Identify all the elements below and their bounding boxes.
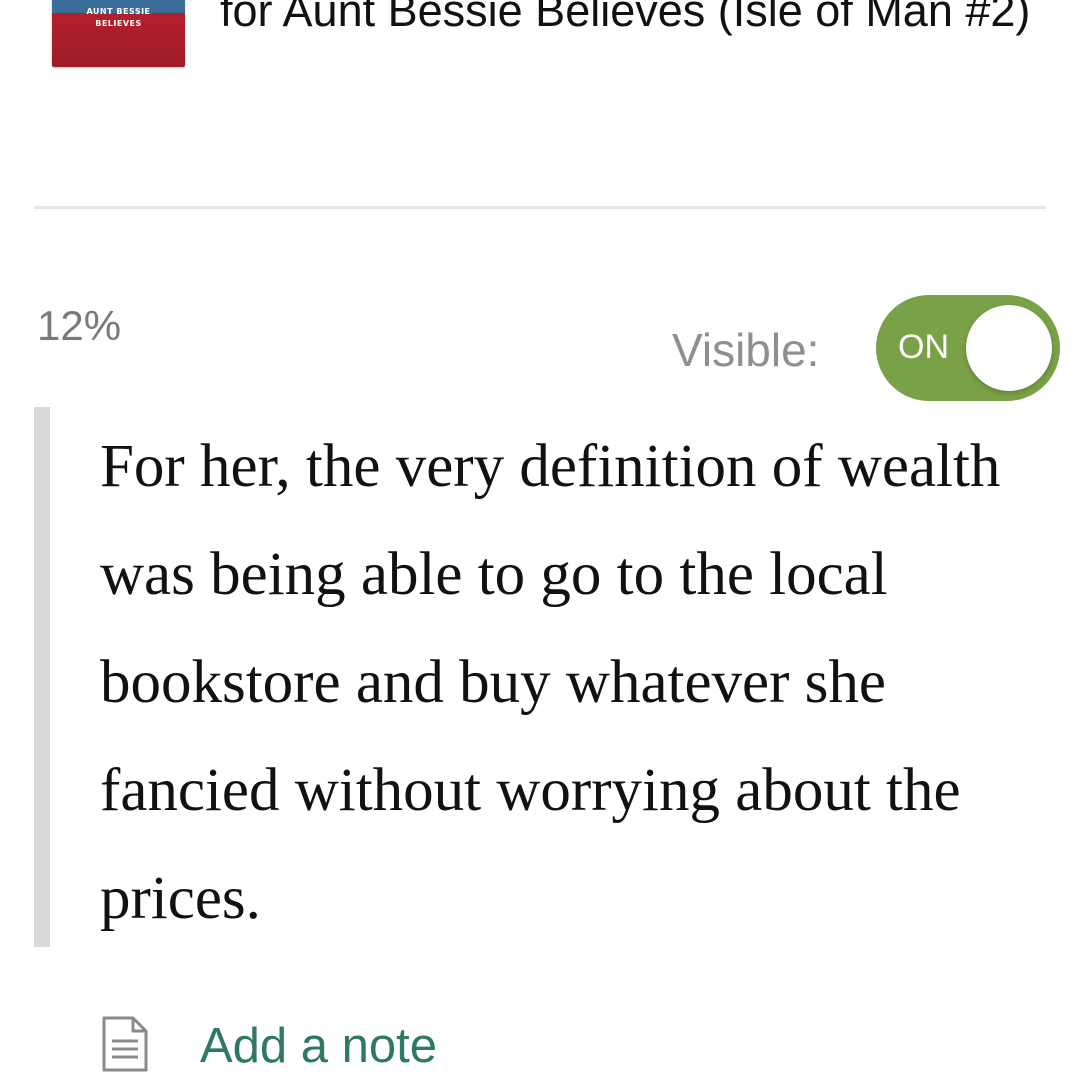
add-note-button[interactable]: Add a note	[100, 1008, 520, 1078]
highlight-text[interactable]: For her, the very definition of wealth w…	[100, 413, 1030, 953]
visible-label: Visible:	[672, 324, 820, 376]
progress-percent: 12%	[37, 302, 122, 349]
book-header: AUNT BESSIE BELIEVES for Aunt Bessie Bel…	[0, 0, 1080, 150]
toggle-knob	[966, 305, 1052, 391]
cover-title-line: AUNT BESSIE	[86, 7, 151, 16]
cover-title-line: BELIEVES	[95, 19, 142, 28]
note-icon	[100, 1014, 150, 1074]
visibility-toggle[interactable]: ON	[876, 295, 1060, 401]
divider	[34, 206, 1046, 209]
book-title[interactable]: for Aunt Bessie Believes (Isle of Man #2…	[220, 0, 1040, 51]
toggle-state-label: ON	[898, 328, 949, 366]
book-cover[interactable]: AUNT BESSIE BELIEVES	[52, 0, 185, 67]
highlight-bar	[34, 407, 50, 947]
add-note-label: Add a note	[200, 1019, 438, 1073]
